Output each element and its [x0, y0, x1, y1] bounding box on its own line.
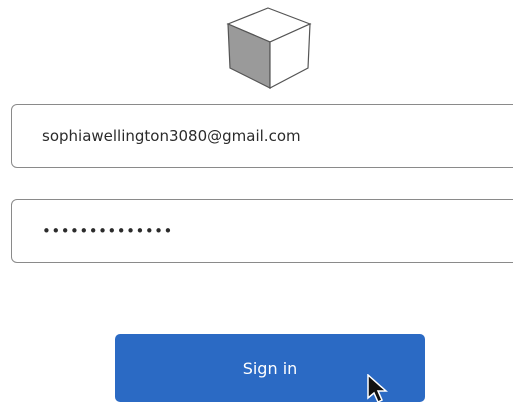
password-value: •••••••••••••• [42, 222, 173, 240]
cube-icon [226, 7, 312, 89]
mouse-cursor-icon [367, 374, 388, 404]
email-value: sophiawellington3080@gmail.com [42, 127, 301, 145]
password-field[interactable]: •••••••••••••• [11, 199, 513, 263]
login-page: sophiawellington3080@gmail.com •••••••••… [0, 0, 513, 405]
email-field[interactable]: sophiawellington3080@gmail.com [11, 104, 513, 168]
sign-in-label: Sign in [242, 358, 298, 378]
